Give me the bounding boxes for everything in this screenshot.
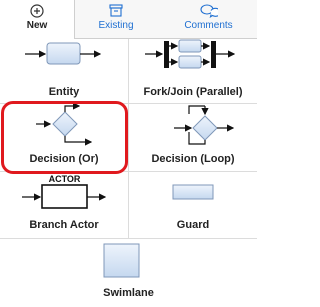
archive-box-icon (109, 4, 123, 17)
branch-actor-caption: ACTOR (48, 174, 81, 184)
tab-new-label: New (26, 20, 48, 31)
shape-decision-loop-label: Decision (Loop) (151, 153, 235, 165)
shape-fork-join[interactable]: Fork/Join (Parallel) (129, 39, 257, 103)
shape-swimlane[interactable]: Swimlane (0, 239, 257, 307)
shape-decision-loop[interactable]: Decision (Loop) (129, 104, 257, 171)
tab-comments[interactable]: Comments (160, 0, 257, 38)
tab-existing-label: Existing (98, 20, 134, 31)
plus-circle-icon (30, 4, 44, 18)
shape-branch-actor[interactable]: ACTOR Branch Actor (0, 172, 128, 238)
tab-new[interactable]: New (0, 0, 75, 39)
shape-guard-label: Guard (176, 219, 210, 231)
shape-entity-label: Entity (48, 86, 80, 98)
shape-branch-actor-label: Branch Actor (29, 219, 99, 231)
shape-swimlane-label: Swimlane (103, 287, 154, 299)
shape-guard[interactable]: Guard (129, 172, 257, 238)
chat-bubbles-icon (200, 4, 218, 18)
tab-existing[interactable]: Existing (76, 0, 156, 38)
tab-comments-label: Comments (184, 20, 233, 31)
shape-fork-join-label: Fork/Join (Parallel) (143, 86, 243, 98)
selection-highlight (1, 101, 128, 174)
shape-entity[interactable]: Entity (0, 39, 128, 103)
tab-bar: New Existing Comments (0, 0, 257, 39)
